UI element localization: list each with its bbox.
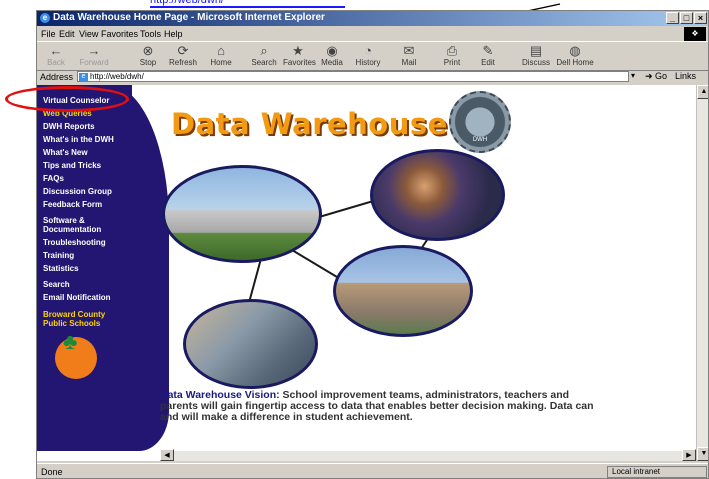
minimize-button[interactable]: _: [666, 12, 679, 24]
title-bar: e Data Warehouse Home Page - Microsoft I…: [37, 11, 708, 26]
search-button[interactable]: ⌕ Search: [249, 44, 279, 70]
address-url: http://web/dwh/: [90, 72, 144, 81]
forward-button[interactable]: → Forward: [79, 44, 109, 70]
links-button[interactable]: Links: [675, 71, 696, 81]
menu-help[interactable]: Help: [164, 29, 183, 39]
forward-arrow-icon: →: [87, 43, 101, 58]
school-building-photo: [162, 165, 322, 263]
security-zone: Local intranet: [607, 466, 707, 478]
menu-bar: File Edit View Favorites Tools Help: [37, 27, 708, 41]
menu-edit[interactable]: Edit: [59, 29, 75, 39]
discuss-icon: ▤: [529, 43, 543, 58]
go-button[interactable]: ➜ Go: [645, 71, 667, 82]
status-bar: Done Local intranet: [37, 463, 708, 478]
home-button[interactable]: ⌂ Home: [206, 44, 236, 70]
home-icon: ⌂: [217, 43, 225, 58]
menu-file[interactable]: File: [41, 29, 56, 39]
campus-photo: [333, 245, 473, 337]
back-arrow-icon: ←: [49, 43, 63, 58]
scroll-right-icon[interactable]: ▶: [682, 449, 696, 461]
mail-button[interactable]: ✉ Mail: [394, 44, 424, 70]
menu-favorites[interactable]: Favorites: [101, 29, 138, 39]
page-content: Virtual Counselor Web Queries DWH Report…: [37, 85, 696, 461]
media-icon: ◉: [326, 43, 338, 58]
address-bar: Address e http://web/dwh/ ▾ ➜ Go Links: [37, 70, 708, 84]
computer-lab-photo: [183, 299, 318, 389]
favorites-button[interactable]: ★ Favorites: [283, 43, 316, 70]
refresh-button[interactable]: ⟳ Refresh: [168, 44, 198, 70]
windows-logo-icon: ❖: [684, 27, 706, 41]
print-icon: ⎙: [446, 43, 458, 58]
media-button[interactable]: ◉ Media: [317, 44, 347, 70]
discuss-button[interactable]: ▤ Discuss: [521, 44, 551, 70]
maximize-button[interactable]: □: [680, 12, 693, 24]
students-collage-photo: [370, 149, 505, 241]
close-button[interactable]: ×: [694, 12, 707, 24]
mail-icon: ✉: [403, 43, 415, 58]
stop-button[interactable]: ⊗ Stop: [133, 44, 163, 70]
browser-window: e Data Warehouse Home Page - Microsoft I…: [36, 10, 709, 479]
refresh-icon: ⟳: [177, 43, 189, 58]
history-icon: ◔: [364, 43, 372, 58]
scroll-down-icon[interactable]: ▼: [697, 447, 708, 461]
highlight-oval: [5, 86, 129, 112]
search-icon: ⌕: [260, 43, 268, 58]
address-input[interactable]: e http://web/dwh/: [77, 71, 629, 82]
toolbar: ← Back → Forward ⊗ Stop ⟳ Refresh ⌂ Home ⌕ Sea…: [37, 41, 708, 71]
favorites-icon: ★: [292, 43, 304, 58]
scroll-left-icon[interactable]: ◀: [160, 449, 174, 461]
menu-view[interactable]: View: [79, 29, 98, 39]
horizontal-scrollbar[interactable]: ◀ ▶: [160, 449, 696, 461]
stop-icon: ⊗: [142, 43, 154, 58]
vision-statement: Data Warehouse Vision: School improvemen…: [160, 390, 600, 423]
window-title: Data Warehouse Home Page - Microsoft Int…: [53, 12, 325, 23]
ie-icon: e: [40, 13, 50, 23]
page-icon: e: [79, 73, 88, 81]
address-label: Address: [40, 72, 74, 82]
address-dropdown-icon[interactable]: ▾: [631, 71, 635, 80]
scroll-up-icon[interactable]: ▲: [697, 85, 708, 99]
history-button[interactable]: ◔ History: [353, 44, 383, 70]
dell-home-button[interactable]: ◍ Dell Home: [555, 44, 595, 70]
edit-icon: ✎: [482, 43, 494, 58]
status-text: Done: [41, 467, 63, 477]
edit-button[interactable]: ✎ Edit: [473, 44, 503, 70]
menu-tools[interactable]: Tools: [140, 29, 161, 39]
print-button[interactable]: ⎙ Print: [437, 44, 467, 70]
vertical-scrollbar[interactable]: ▲ ▼: [696, 85, 708, 461]
back-button[interactable]: ← Back: [41, 44, 71, 70]
dell-home-icon: ◍: [569, 43, 581, 58]
